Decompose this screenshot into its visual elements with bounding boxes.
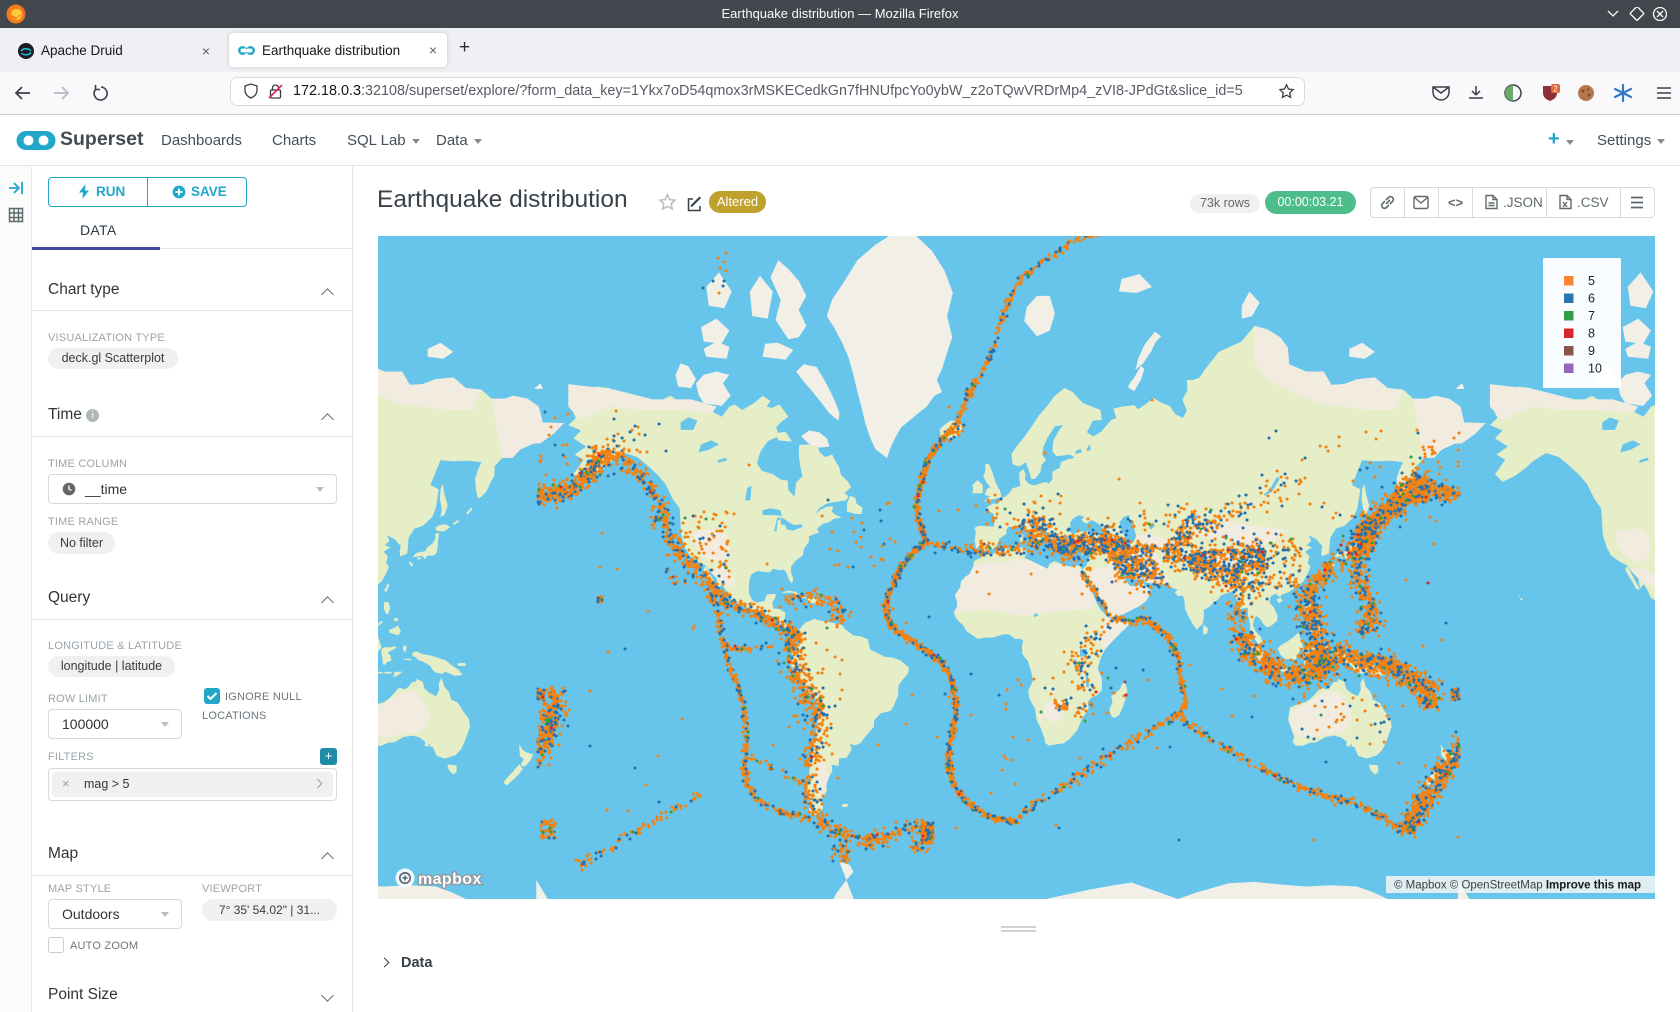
svg-text:© Mapbox © OpenStreetMap Impro: © Mapbox © OpenStreetMap Improve this ma… [1394,880,1641,892]
svg-text:mapbox: mapbox [418,871,482,888]
svg-text:2: 2 [1553,85,1558,94]
svg-text:5: 5 [1588,274,1595,288]
svg-text:7: 7 [1588,309,1595,323]
svg-text:6: 6 [1588,292,1595,306]
svg-text:8: 8 [1588,327,1595,341]
svg-text:10: 10 [1588,362,1602,376]
svg-text:9: 9 [1588,344,1595,358]
